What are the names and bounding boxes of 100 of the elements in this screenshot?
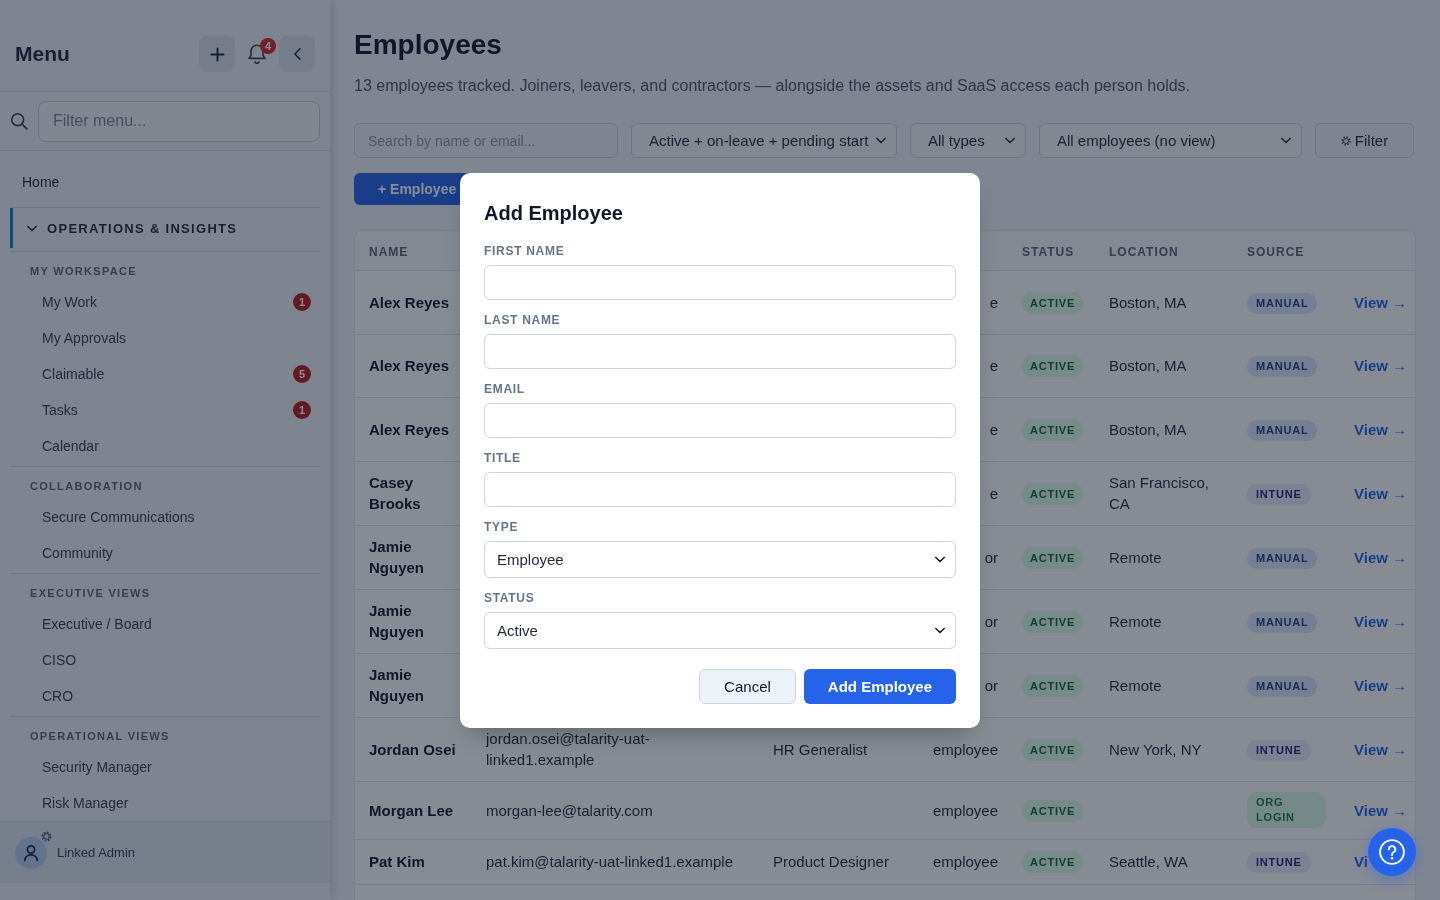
nav-item[interactable]: Community [10,535,311,571]
column-header: NAME [369,244,409,259]
nav-item[interactable]: Secure Communications [10,499,311,535]
status-badge: ACTIVE [1022,291,1084,314]
source-badge: MANUAL [1247,419,1318,441]
email-address: pat.kim@talarity-uat-linked1.example [486,853,733,870]
column-header: STATUS [1022,244,1075,259]
nav-item[interactable]: Claimable [10,356,293,392]
employee-type: e [989,357,998,375]
select-field[interactable]: Employee [484,540,956,578]
chevron-down-icon [876,137,886,144]
field-label: TITLE [484,449,521,466]
email-address: morgan-lee@talarity.com [486,801,653,819]
location: Remote [1109,612,1162,630]
nav-item[interactable]: CISO [10,642,311,678]
employee-type: or [984,548,998,566]
source-badge: INTUNE [1247,739,1311,761]
group-label: OPERATIONAL VIEWS [29,729,170,743]
sidebar-title: Menu [15,41,70,67]
employee-type: employee [932,853,998,870]
source-badge: INTUNE [1247,483,1311,505]
location: New York, NY [1109,740,1202,758]
filter-dropdown[interactable]: Active + on-leave + pending start [631,123,897,158]
status-badge: ACTIVE [1022,418,1084,441]
collapse-button[interactable] [279,36,315,72]
view-link[interactable]: View → [1354,420,1408,438]
gear-icon [1340,135,1351,146]
view-link[interactable]: View → [1354,740,1408,758]
employee-name: Jamie Nguyen [369,666,424,704]
employee-type: e [989,484,998,502]
employee-name: Morgan Lee [369,801,454,819]
view-link[interactable]: View → [1354,484,1408,502]
view-link[interactable]: View → [1354,548,1408,566]
nav-item[interactable]: Risk Manager [10,785,311,821]
employee-name: Pat Kim [369,853,425,870]
bell-icon [248,43,266,65]
notification-count: 4 [260,38,276,54]
location: Remote [1109,548,1162,566]
nav-item[interactable]: Calendar [10,428,311,464]
employee-type: or [984,612,998,630]
view-link[interactable]: View → [1354,293,1408,311]
job-title: HR Generalist [773,740,868,758]
field-label: EMAIL [484,380,525,397]
cancel-button[interactable]: Cancel [699,668,796,704]
select-field[interactable]: Active [484,611,956,649]
chevron-down-icon [1281,137,1291,144]
count-badge: 5 [293,365,311,383]
section-header[interactable]: OPERATIONS & INSIGHTS [10,208,320,248]
view-link[interactable]: Vi [1354,853,1368,870]
source-badge: ORG LOGIN [1247,792,1326,828]
employee-type: e [989,293,998,311]
location: Remote [1109,676,1162,694]
source-badge: MANUAL [1247,675,1318,697]
filter-dropdown[interactable]: All types [910,123,1026,158]
add-button[interactable] [199,36,235,72]
employee-name: Alex Reyes [369,420,450,438]
status-badge: ACTIVE [1022,610,1084,633]
filter-field[interactable]: Filter menu... [38,100,320,142]
nav-item[interactable]: My Approvals [10,320,311,356]
filter-dropdown[interactable]: All employees (no view) [1039,123,1302,158]
nav-item[interactable]: CRO [10,678,311,714]
column-header: SOURCE [1247,244,1305,259]
filter-button[interactable]: Filter [1315,123,1414,158]
input-field[interactable] [484,264,956,300]
input-field[interactable] [484,402,956,438]
count-badge: 1 [293,401,311,419]
group-label: COLLABORATION [29,479,143,493]
employee-type: e [989,420,998,438]
column-header: LOCATION [1109,244,1179,259]
nav-item[interactable]: Tasks [10,392,293,428]
status-badge: ACTIVE [1022,674,1084,697]
employee-name: Alex Reyes [369,293,450,311]
field-label: TYPE [484,518,519,535]
view-link[interactable]: View → [1354,612,1408,630]
employee-name: Jordan Osei [369,740,456,758]
nav-item[interactable]: My Work [10,284,293,320]
location: Boston, MA [1109,293,1187,311]
source-badge: MANUAL [1247,611,1318,633]
nav-item[interactable]: Executive / Board [10,606,311,642]
input-field[interactable] [484,471,956,507]
group-label: MY WORKSPACE [29,264,137,278]
status-badge: ACTIVE [1022,851,1084,873]
view-link[interactable]: View → [1354,801,1408,819]
source-badge: MANUAL [1247,356,1318,378]
source-badge: INTUNE [1247,852,1311,873]
nav-item[interactable]: Security Manager [10,749,311,785]
help-icon [1379,839,1405,865]
employee-type: employee [932,740,998,758]
nav-link[interactable]: Home [10,161,320,203]
source-badge: MANUAL [1247,547,1318,569]
view-link[interactable]: View → [1354,357,1408,375]
chevron-down-icon [1005,137,1015,144]
view-link[interactable]: View → [1354,676,1408,694]
field-label: LAST NAME [484,311,561,328]
status-badge: ACTIVE [1022,482,1084,505]
status-badge: ACTIVE [1022,799,1084,822]
page-subtitle: 13 employees tracked. Joiners, leavers, and contractors — alongside the assets and SaaS access each person holds. [354,76,1191,96]
submit-button[interactable]: Add Employee [803,668,956,704]
employee-name: Jamie Nguyen [369,538,424,576]
input-field[interactable] [484,333,956,369]
